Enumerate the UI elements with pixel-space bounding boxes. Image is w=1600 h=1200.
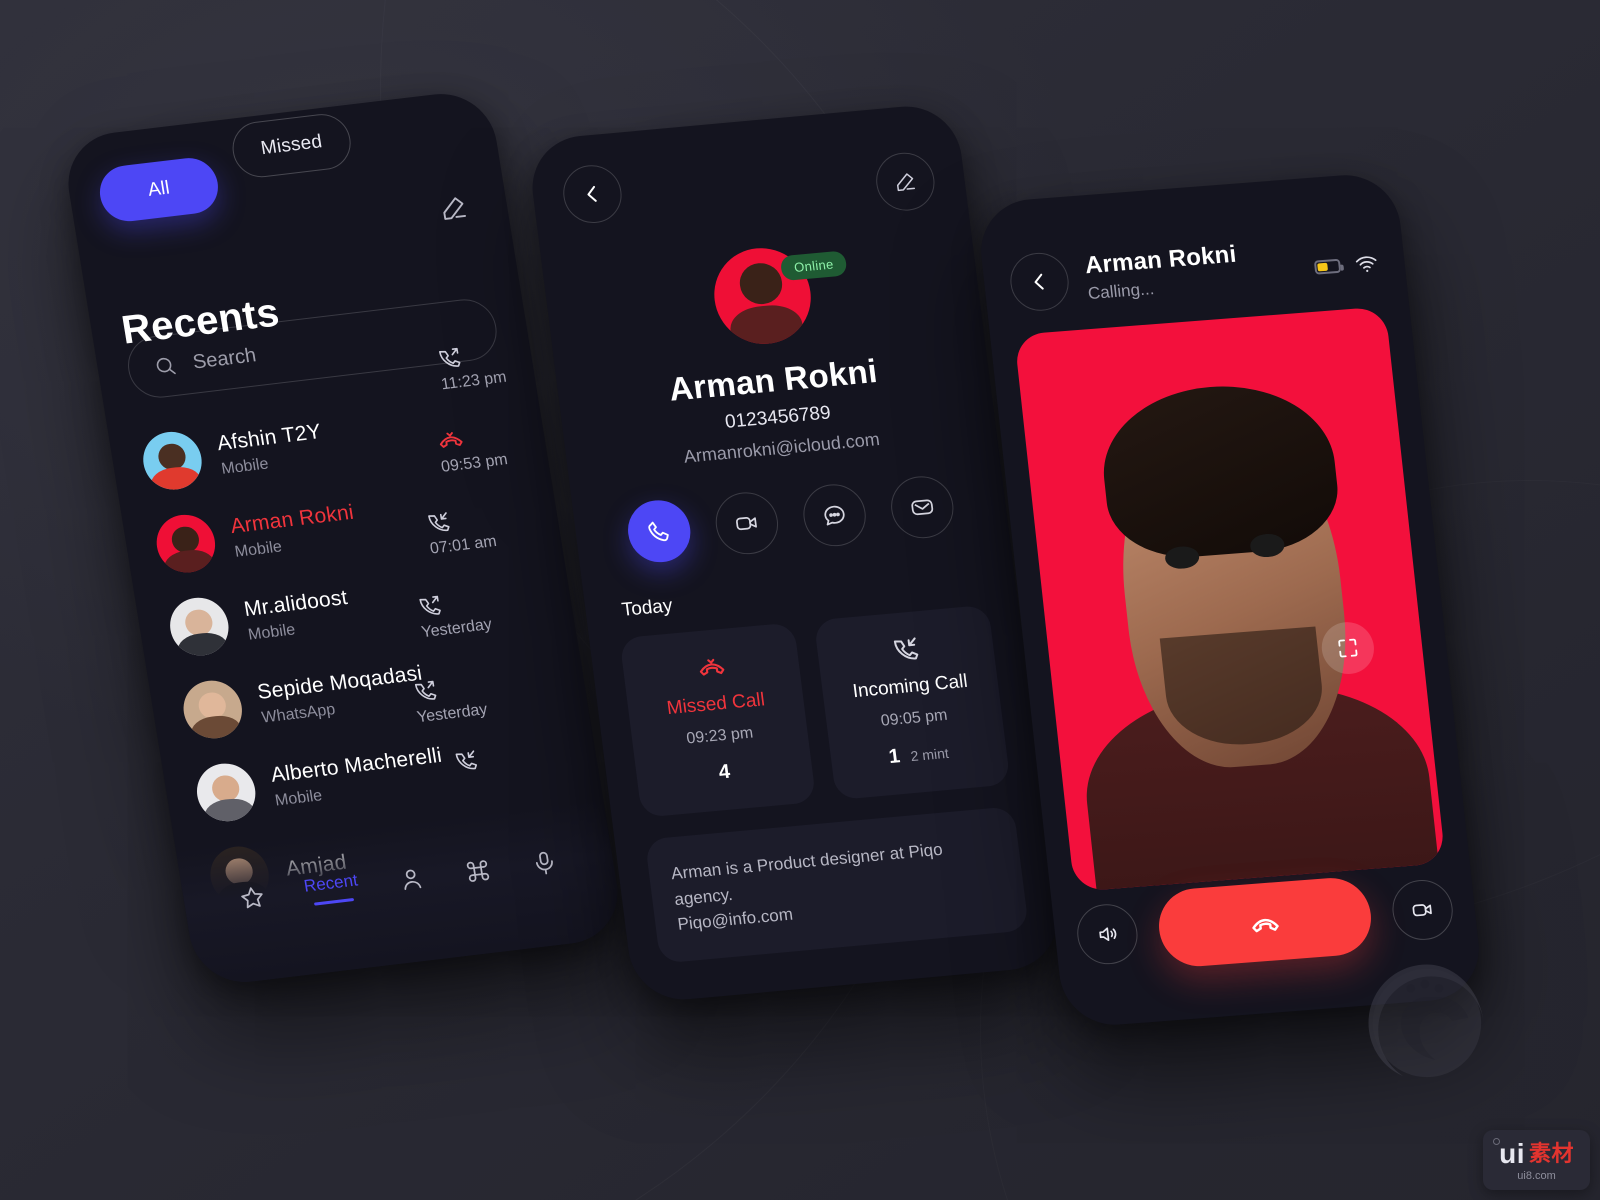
search-icon — [151, 353, 179, 380]
back-button[interactable] — [559, 162, 625, 226]
call-card-count: 1 — [887, 745, 902, 769]
chevron-left-icon — [579, 181, 606, 207]
chat-icon — [820, 501, 849, 529]
watermark-brand: ui — [1499, 1138, 1525, 1169]
speaker-button[interactable] — [1074, 902, 1141, 967]
phone-icon — [645, 517, 674, 545]
call-card-time: 09:23 pm — [685, 724, 755, 748]
incoming-call-icon — [830, 628, 980, 671]
battery-low-icon — [1313, 258, 1342, 275]
call-meta — [451, 746, 481, 775]
end-call-button[interactable] — [1155, 875, 1375, 970]
sidebar-item-contacts[interactable] — [395, 864, 427, 895]
video-feed — [1014, 306, 1446, 892]
call-time: 09:53 pm — [439, 451, 509, 476]
sidebar-item-voicemail[interactable] — [529, 848, 561, 879]
caller-portrait — [1014, 306, 1446, 892]
video-toggle-button[interactable] — [1389, 877, 1456, 943]
call-card-missed[interactable]: Missed Call 09:23 pm 4 — [619, 622, 817, 818]
phone-calling-screen: Arman Rokni Calling... — [975, 171, 1485, 1029]
edit-profile-button[interactable] — [872, 150, 938, 214]
call-history-cards: Missed Call 09:23 pm 4 Incoming Call 09:… — [619, 604, 1011, 818]
call-card-count: 4 — [717, 760, 732, 784]
call-time: Yesterday — [420, 616, 494, 642]
peacock-logo-icon — [1362, 958, 1492, 1088]
keypad-icon — [462, 856, 494, 887]
incoming-call-icon — [451, 746, 481, 775]
call-card-title: Incoming Call — [851, 670, 969, 703]
star-icon — [236, 883, 268, 914]
avatar — [152, 511, 220, 576]
call-card-title: Missed Call — [665, 689, 767, 720]
profile-action-row — [603, 472, 979, 567]
back-button[interactable] — [1007, 250, 1072, 313]
active-tab-indicator — [313, 897, 354, 906]
call-card-time: 09:05 pm — [879, 706, 949, 730]
avatar — [192, 760, 260, 825]
watermark-brand-cn: 素材 — [1528, 1141, 1574, 1166]
call-card-duration: 2 mint — [909, 744, 950, 765]
email-button[interactable] — [887, 473, 958, 541]
missed-call-icon — [636, 645, 786, 688]
person-icon — [395, 864, 427, 895]
fullscreen-icon — [1335, 635, 1362, 661]
call-card-incoming[interactable]: Incoming Call 09:05 pm 1 2 mint — [813, 604, 1011, 801]
end-call-icon — [1246, 904, 1284, 940]
microphone-icon — [529, 848, 561, 879]
filter-all-button[interactable]: All — [95, 155, 223, 225]
mail-icon — [908, 493, 937, 521]
profile-bio-card: Arman is a Product designer at Piqo agen… — [644, 806, 1030, 964]
status-badge: Online — [779, 250, 848, 282]
call-time: 11:23 pm — [439, 368, 508, 394]
sidebar-item-favorites[interactable] — [236, 883, 268, 914]
pencil-icon[interactable] — [436, 191, 471, 224]
avatar — [138, 428, 206, 493]
nav-recent-label: Recent — [302, 870, 360, 896]
message-button[interactable] — [799, 481, 870, 549]
video-icon — [732, 509, 761, 537]
call-time: Yesterday — [415, 701, 489, 727]
filter-missed-label: Missed — [259, 131, 324, 160]
search-placeholder: Search — [191, 343, 258, 374]
call-meta: Yesterday — [415, 586, 493, 642]
sidebar-item-keypad[interactable] — [462, 856, 494, 887]
call-meta: 11:23 pm — [435, 339, 508, 394]
wifi-icon — [1353, 251, 1380, 277]
avatar — [179, 677, 247, 742]
pencil-icon — [892, 169, 919, 195]
canvas: All Missed Recents Search Afshin T2Y Mob… — [0, 0, 1600, 1200]
speaker-icon — [1094, 921, 1121, 947]
call-meta: 09:53 pm — [435, 420, 509, 477]
call-meta: Yesterday — [411, 671, 489, 727]
watermark-url: ui8.com — [1517, 1170, 1556, 1182]
call-meta: 07:01 am — [424, 503, 498, 558]
ui8-watermark-badge: ui 素材 ui8.com — [1483, 1130, 1590, 1190]
call-time: 07:01 am — [428, 532, 498, 558]
sidebar-item-recent[interactable]: Recent — [302, 871, 360, 907]
call-button[interactable] — [624, 497, 694, 565]
video-call-button[interactable] — [712, 489, 782, 557]
video-icon — [1409, 897, 1436, 923]
filter-all-label: All — [146, 177, 172, 201]
chevron-left-icon — [1026, 269, 1053, 295]
filter-missed-button[interactable]: Missed — [228, 111, 355, 181]
avatar — [165, 594, 233, 659]
